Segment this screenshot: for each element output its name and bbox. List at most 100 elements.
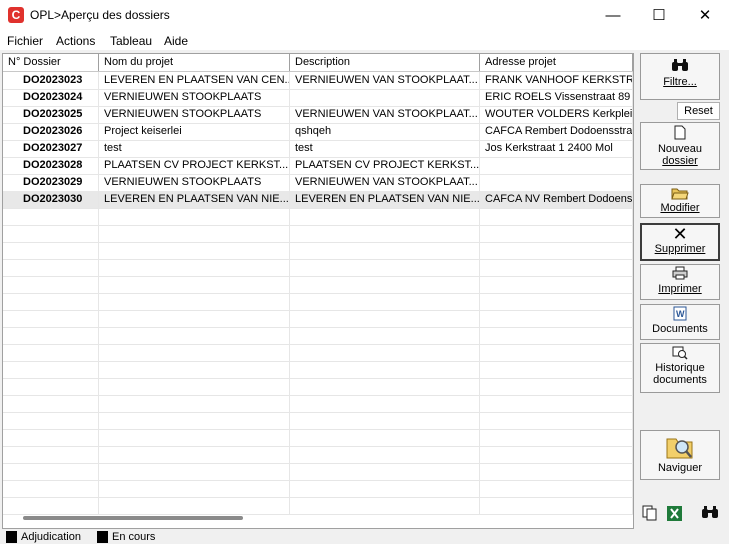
table-cell: [480, 378, 633, 395]
table-cell: [290, 225, 480, 242]
table-cell: [3, 327, 99, 344]
navigate-button[interactable]: Naviguer: [640, 430, 720, 480]
table-cell: [290, 395, 480, 412]
table-row[interactable]: [3, 395, 633, 413]
table-cell: [3, 344, 99, 361]
navigate-label: Naviguer: [657, 462, 703, 474]
table-row[interactable]: DO2023030 LEVEREN EN PLAATSEN VAN NIE... L…: [3, 191, 633, 209]
close-button[interactable]: ✕: [682, 0, 728, 31]
menu-fichier[interactable]: Fichier: [7, 34, 43, 48]
table-row[interactable]: DO2023024 VERNIEUWEN STOOKPLAATS ERIC ROEL…: [3, 89, 633, 107]
history-documents-button[interactable]: Historique documents: [640, 343, 720, 393]
table-row[interactable]: [3, 429, 633, 447]
table-cell: [480, 259, 633, 276]
table-row[interactable]: [3, 293, 633, 311]
table-cell: DO2023027: [3, 140, 99, 157]
table-row[interactable]: DO2023026 Project keiserlei qshqeh CAFCA Re…: [3, 123, 633, 141]
table-cell: [3, 497, 99, 514]
window-title: OPL>Aperçu des dossiers: [30, 8, 170, 22]
svg-text:W: W: [676, 309, 685, 319]
reset-button[interactable]: Reset: [677, 102, 720, 120]
table-cell: CAFCA NV Rembert Dodoenss: [480, 191, 633, 208]
table-cell: [3, 395, 99, 412]
table-cell: [3, 293, 99, 310]
horizontal-scrollbar[interactable]: [23, 516, 243, 520]
table-row[interactable]: DO2023028 PLAATSEN CV PROJECT KERKST... PL…: [3, 157, 633, 175]
table-row[interactable]: [3, 242, 633, 260]
table-row[interactable]: DO2023029 VERNIEUWEN STOOKPLAATS VERNIEUWE…: [3, 174, 633, 192]
table-cell: [99, 412, 290, 429]
dossier-table[interactable]: N° Dossier Nom du projet Description Adr…: [2, 53, 634, 529]
excel-icon[interactable]: [666, 505, 683, 526]
table-cell: [290, 344, 480, 361]
delete-button[interactable]: ✕ Supprimer: [640, 223, 720, 261]
table-cell: [290, 412, 480, 429]
table-cell: [99, 446, 290, 463]
table-row[interactable]: [3, 463, 633, 481]
table-row[interactable]: DO2023027 test test Jos Kerkstraat 1 2400 M…: [3, 140, 633, 158]
legend-swatch: [6, 531, 17, 544]
column-header-dossier[interactable]: N° Dossier: [3, 54, 99, 71]
table-cell: [99, 259, 290, 276]
printer-icon: [641, 266, 719, 282]
table-cell: Jos Kerkstraat 1 2400 Mol: [480, 140, 633, 157]
word-document-icon: W: [641, 306, 719, 322]
column-header-project-name[interactable]: Nom du projet: [99, 54, 290, 71]
legend-label: En cours: [112, 531, 156, 543]
menu-tableau[interactable]: Tableau: [110, 34, 152, 48]
table-cell: [99, 293, 290, 310]
folder-magnifier-icon: [641, 434, 719, 460]
table-cell: [480, 225, 633, 242]
documents-label: Documents: [652, 323, 708, 335]
documents-button[interactable]: W Documents: [640, 304, 720, 340]
table-cell: [3, 361, 99, 378]
table-cell: [480, 157, 633, 174]
table-cell: [3, 412, 99, 429]
table-cell: [480, 463, 633, 480]
binoculars-search-icon[interactable]: [701, 505, 719, 523]
table-cell: [290, 276, 480, 293]
table-cell: [290, 310, 480, 327]
table-cell: FRANK VANHOOF KERKSTRA: [480, 72, 633, 89]
table-cell: DO2023025: [3, 106, 99, 123]
table-row[interactable]: DO2023023 LEVEREN EN PLAATSEN VAN CEN... V…: [3, 72, 633, 90]
table-cell: LEVEREN EN PLAATSEN VAN NIE...: [99, 191, 290, 208]
table-row[interactable]: [3, 344, 633, 362]
table-cell: [290, 89, 480, 106]
copy-icon[interactable]: [642, 505, 658, 525]
column-header-description[interactable]: Description: [290, 54, 480, 71]
app-logo-icon: C: [8, 7, 24, 23]
table-cell: [480, 174, 633, 191]
table-row[interactable]: [3, 310, 633, 328]
modify-button[interactable]: Modifier: [640, 184, 720, 218]
legend-adjudication: Adjudication: [6, 531, 81, 544]
table-row[interactable]: [3, 378, 633, 396]
menu-aide[interactable]: Aide: [164, 34, 188, 48]
column-header-address[interactable]: Adresse projet: [480, 54, 633, 71]
table-row[interactable]: [3, 412, 633, 430]
new-dossier-button[interactable]: Nouveau dossier: [640, 122, 720, 170]
table-row[interactable]: [3, 259, 633, 277]
print-button[interactable]: Imprimer: [640, 264, 720, 300]
table-cell: LEVEREN EN PLAATSEN VAN CEN...: [99, 72, 290, 89]
table-row[interactable]: [3, 327, 633, 345]
table-row[interactable]: [3, 480, 633, 498]
filter-button[interactable]: Filtre...: [640, 53, 720, 100]
legend-en-cours: En cours: [97, 531, 156, 544]
table-row[interactable]: [3, 361, 633, 379]
menu-actions[interactable]: Actions: [56, 34, 95, 48]
table-cell: [290, 429, 480, 446]
table-row[interactable]: [3, 276, 633, 294]
table-row[interactable]: [3, 497, 633, 515]
table-cell: [480, 429, 633, 446]
table-cell: [99, 395, 290, 412]
table-row[interactable]: [3, 446, 633, 464]
table-row[interactable]: DO2023025 VERNIEUWEN STOOKPLAATS VERNIEUWE…: [3, 106, 633, 124]
table-row[interactable]: [3, 225, 633, 243]
table-cell: test: [99, 140, 290, 157]
table-row[interactable]: [3, 208, 633, 226]
maximize-button[interactable]: ☐: [636, 0, 682, 31]
history-label-1: Historique: [655, 362, 705, 374]
table-cell: [480, 395, 633, 412]
minimize-button[interactable]: —: [590, 0, 636, 31]
